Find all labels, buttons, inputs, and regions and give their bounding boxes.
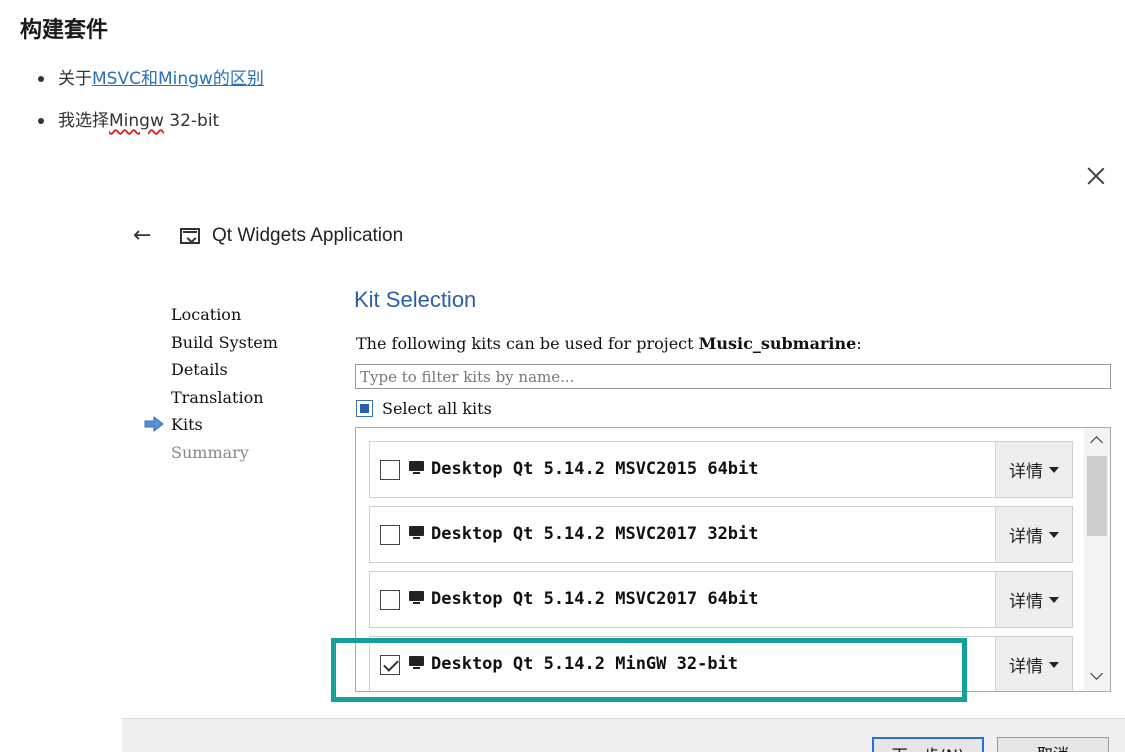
kit-name: Desktop Qt 5.14.2 MSVC2017 64bit [431,589,759,609]
kit-details-button[interactable]: 详情 [995,507,1072,562]
current-step-arrow-icon [144,416,164,432]
step-summary: Summary [171,442,249,462]
kit-details-button[interactable]: 详情 [995,637,1072,691]
article-title: 构建套件 [20,18,109,43]
kit-name: Desktop Qt 5.14.2 MSVC2017 32bit [431,524,759,544]
monitor-icon [409,656,424,670]
bullet-prefix: 关于 [58,69,92,89]
kit-row-selected: Desktop Qt 5.14.2 MinGW 32-bit 详情 [369,636,1073,691]
bullet-dot-icon [38,118,44,124]
kit-description: The following kits can be used for proje… [356,334,862,353]
kit-name: Desktop Qt 5.14.2 MinGW 32-bit [431,654,739,674]
scroll-up-icon[interactable] [1084,428,1110,454]
app-window-icon [180,228,200,244]
kit-details-button[interactable]: 详情 [995,572,1072,627]
msvc-mingw-link[interactable]: MSVC和Mingw的区别 [92,69,264,89]
kit-name: Desktop Qt 5.14.2 MSVC2015 64bit [431,459,759,479]
monitor-icon [409,526,424,540]
details-label: 详情 [1009,657,1043,677]
caret-down-icon [1049,661,1059,668]
spellcheck-flagged-word: Mingw [109,111,164,131]
kit-checkbox[interactable] [380,460,400,480]
wizard-steps: Location Build System Details Translatio… [171,304,278,469]
next-button[interactable]: 下一步(N) [872,737,984,752]
kit-checkbox-checked[interactable] [380,655,400,675]
back-arrow-icon[interactable]: ← [133,223,151,248]
step-translation: Translation [171,387,264,407]
monitor-icon [409,591,424,605]
scroll-down-icon[interactable] [1084,665,1110,691]
bullet-item: 关于MSVC和Mingw的区别 [36,66,264,92]
details-label: 详情 [1009,592,1043,612]
bullet-dot-icon [38,76,44,82]
select-all-kits-label: Select all kits [382,399,492,418]
dialog-footer: 下一步(N) 取消 [122,718,1125,752]
close-icon[interactable] [1083,163,1109,189]
caret-down-icon [1049,466,1059,473]
kit-description-colon: : [856,334,862,353]
kit-list[interactable]: Desktop Qt 5.14.2 MSVC2015 64bit 详情 Desk… [355,427,1111,692]
step-details: Details [171,360,228,379]
step-build-system: Build System [171,332,278,352]
scroll-thumb[interactable] [1087,456,1107,536]
cancel-button[interactable]: 取消 [997,737,1109,752]
step-kits: Kits [171,415,203,434]
kit-details-button[interactable]: 详情 [995,442,1072,497]
kit-filter-input[interactable] [355,364,1111,389]
kit-row: Desktop Qt 5.14.2 MSVC2015 64bit 详情 [369,441,1073,498]
kit-list-scrollbar[interactable] [1084,428,1110,691]
kit-row: Desktop Qt 5.14.2 MSVC2017 32bit 详情 [369,506,1073,563]
article-bullets: 关于MSVC和Mingw的区别 我选择Mingw 32-bit [36,66,264,134]
details-label: 详情 [1009,527,1043,547]
step-location: Location [171,305,242,324]
monitor-icon [409,461,424,475]
bullet-item: 我选择Mingw 32-bit [36,108,264,134]
kit-selection-heading: Kit Selection [354,287,477,312]
details-label: 详情 [1009,462,1043,482]
bullet-suffix: 32-bit [163,111,220,131]
kit-description-text: The following kits can be used for proje… [356,334,699,353]
select-all-kits-checkbox[interactable]: Select all kits [356,399,492,418]
caret-down-icon [1049,596,1059,603]
project-name: Music_submarine [698,334,857,353]
wizard-title: Qt Widgets Application [212,225,404,246]
caret-down-icon [1049,531,1059,538]
bullet-prefix: 我选择 [58,111,109,131]
kit-checkbox[interactable] [380,590,400,610]
kit-checkbox[interactable] [380,525,400,545]
kit-row: Desktop Qt 5.14.2 MSVC2017 64bit 详情 [369,571,1073,628]
partial-checkbox-icon [356,400,373,417]
